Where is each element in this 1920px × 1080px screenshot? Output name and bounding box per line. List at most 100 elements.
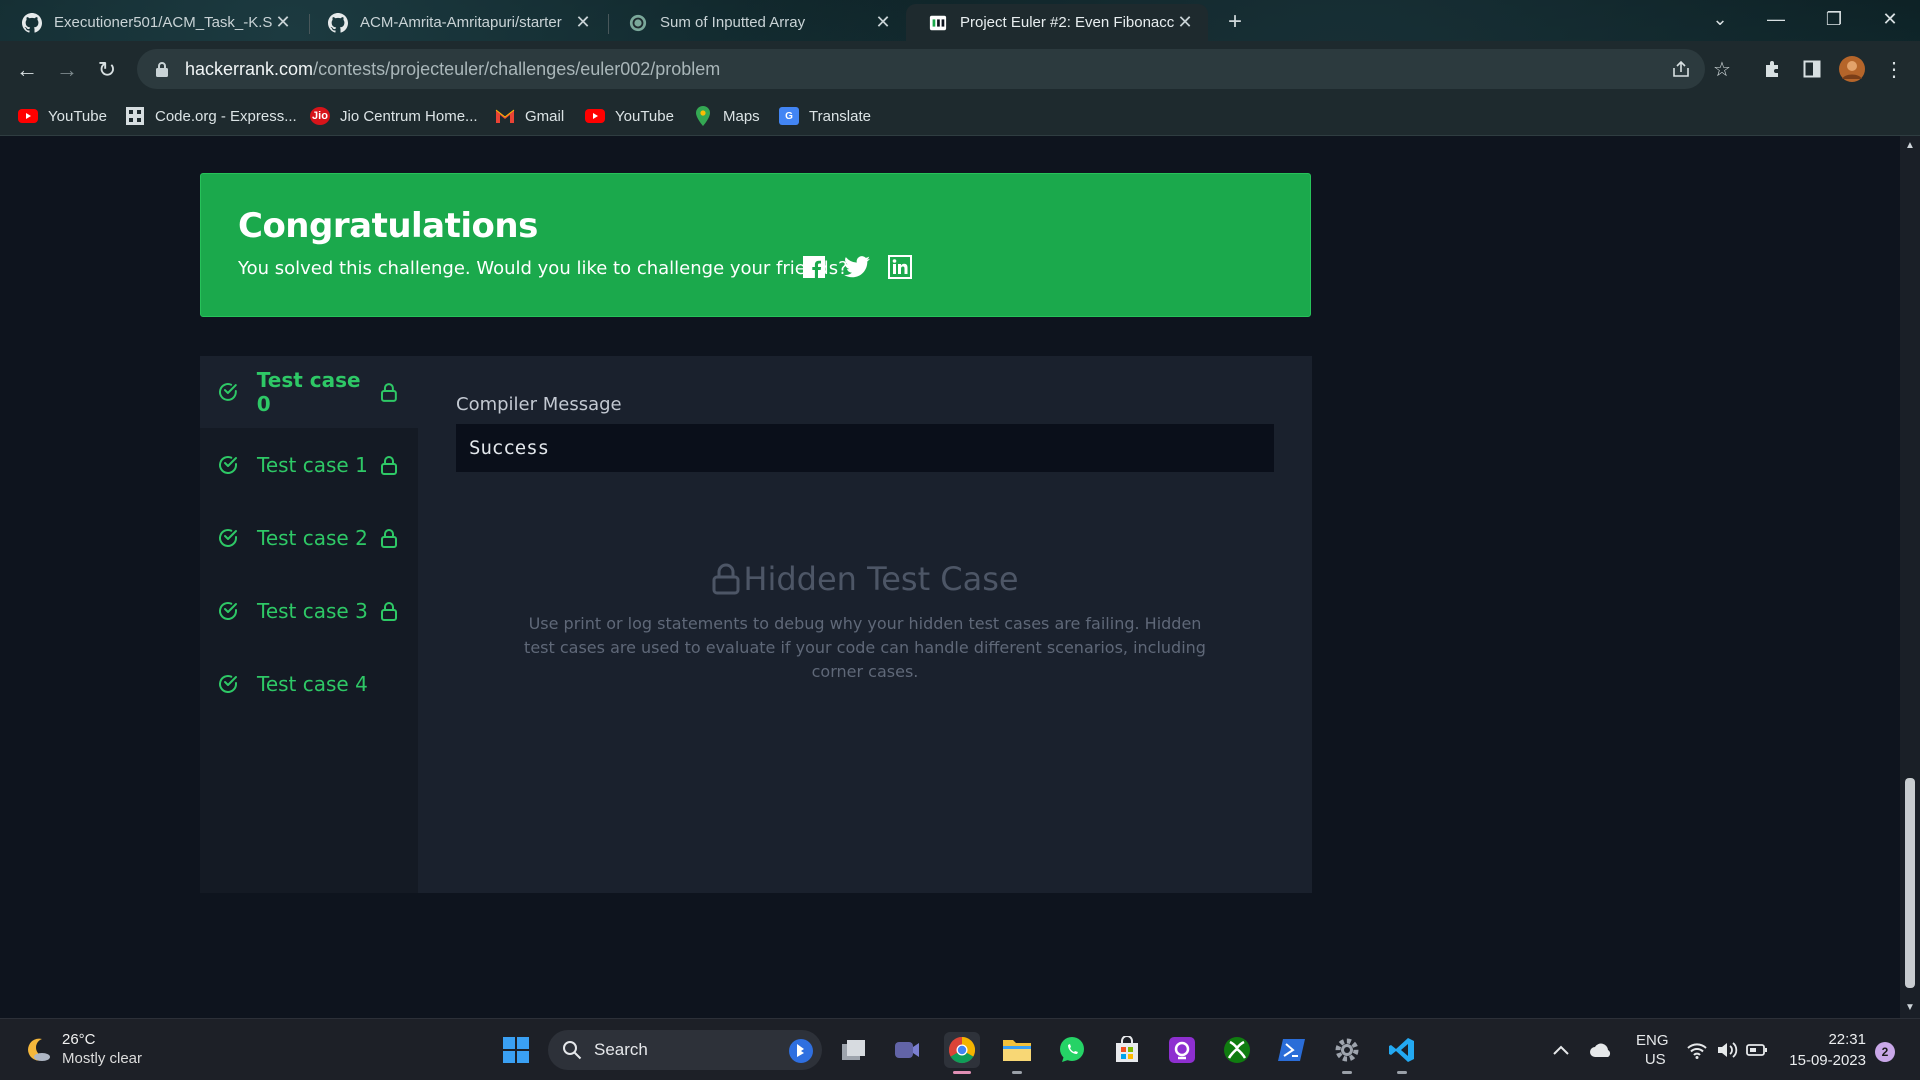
close-window-icon[interactable]: ✕ bbox=[1864, 0, 1916, 38]
battery-icon[interactable] bbox=[1746, 1019, 1768, 1080]
test-case-item[interactable]: Test case 0 bbox=[200, 356, 418, 428]
tab-search-icon[interactable]: ⌄ bbox=[1694, 0, 1746, 38]
forward-icon[interactable]: → bbox=[52, 55, 82, 85]
test-case-list: Test case 0 Test case 1 Test case 2 Test… bbox=[200, 356, 418, 893]
test-case-label: Test case 4 bbox=[257, 672, 368, 696]
bookmark-label: YouTube bbox=[48, 107, 107, 125]
vscode-icon[interactable] bbox=[1384, 1032, 1420, 1074]
bookmark-star-icon[interactable]: ☆ bbox=[1708, 55, 1736, 83]
browser-toolbar: ← → ↻ hackerrank.com/contests/projecteul… bbox=[0, 41, 1920, 97]
new-tab-icon[interactable]: + bbox=[1222, 8, 1248, 36]
linkedin-icon[interactable] bbox=[887, 254, 913, 280]
test-case-label: Test case 1 bbox=[257, 453, 368, 477]
wifi-icon[interactable] bbox=[1686, 1019, 1708, 1080]
bookmark-youtube[interactable]: YouTube bbox=[18, 103, 107, 129]
bookmark-translate[interactable]: G Translate bbox=[779, 103, 871, 129]
tab-chatgpt[interactable]: Sum of Inputted Array ✕ bbox=[606, 4, 906, 41]
hidden-test-case-description: Use print or log statements to debug why… bbox=[524, 614, 1206, 681]
scrollbar-thumb[interactable] bbox=[1905, 778, 1915, 988]
address-bar[interactable]: hackerrank.com/contests/projecteuler/cha… bbox=[137, 49, 1705, 89]
running-indicator bbox=[1012, 1071, 1022, 1074]
restore-icon[interactable]: ❐ bbox=[1808, 0, 1860, 38]
running-indicator bbox=[1397, 1071, 1407, 1074]
moon-icon bbox=[28, 1038, 50, 1061]
task-view-icon[interactable] bbox=[836, 1032, 872, 1068]
congrats-message: You solved this challenge. Would you lik… bbox=[238, 258, 848, 279]
lock-icon bbox=[381, 529, 397, 548]
system-clock[interactable]: 22:31 15-09-2023 bbox=[1782, 1029, 1866, 1071]
bookmark-label: Maps bbox=[723, 107, 760, 125]
whatsapp-icon[interactable] bbox=[1054, 1032, 1090, 1068]
search-icon bbox=[563, 1041, 582, 1060]
powershell-icon[interactable] bbox=[1274, 1032, 1310, 1068]
tab-title: Project Euler #2: Even Fibonacci bbox=[960, 14, 1174, 31]
congrats-title: Congratulations bbox=[238, 206, 538, 246]
test-case-label: Test case 2 bbox=[257, 526, 368, 550]
compiler-message-label: Compiler Message bbox=[456, 394, 622, 415]
app-icon[interactable] bbox=[1164, 1032, 1200, 1068]
tab-github-executioner[interactable]: Executioner501/ACM_Task_-K.Sa ✕ bbox=[0, 4, 306, 41]
hackerrank-icon bbox=[928, 13, 948, 33]
bookmark-label: YouTube bbox=[615, 107, 674, 125]
profile-avatar[interactable] bbox=[1838, 55, 1866, 83]
close-tab-icon[interactable]: ✕ bbox=[872, 12, 894, 33]
minimize-icon[interactable]: — bbox=[1750, 0, 1802, 38]
taskbar-search[interactable]: Search bbox=[548, 1030, 822, 1070]
bookmark-jio[interactable]: Jio Jio Centrum Home... bbox=[310, 103, 478, 129]
close-tab-icon[interactable]: ✕ bbox=[572, 12, 594, 33]
file-explorer-icon[interactable] bbox=[999, 1032, 1035, 1074]
test-case-item[interactable]: Test case 4 bbox=[200, 648, 418, 720]
language-indicator[interactable]: ENG US bbox=[1636, 1019, 1669, 1080]
tab-hackerrank[interactable]: Project Euler #2: Even Fibonacci ✕ bbox=[906, 4, 1208, 41]
chatgpt-icon bbox=[628, 13, 648, 33]
tab-title: Executioner501/ACM_Task_-K.Sa bbox=[54, 14, 272, 31]
extensions-icon[interactable] bbox=[1758, 55, 1786, 83]
github-icon bbox=[22, 12, 42, 33]
test-case-label: Test case 3 bbox=[257, 599, 368, 623]
scroll-up-icon[interactable]: ▲ bbox=[1900, 140, 1920, 151]
github-icon bbox=[328, 12, 348, 33]
tab-title: Sum of Inputted Array bbox=[660, 14, 806, 31]
tab-title: ACM-Amrita-Amritapuri/starter bbox=[360, 14, 562, 31]
back-icon[interactable]: ← bbox=[12, 55, 42, 85]
teams-chat-icon[interactable] bbox=[889, 1032, 925, 1068]
congratulations-banner: Congratulations You solved this challeng… bbox=[200, 173, 1311, 317]
side-panel-icon[interactable] bbox=[1798, 55, 1826, 83]
weather-widget[interactable]: 26°C Mostly clear bbox=[22, 1031, 142, 1069]
test-case-item[interactable]: Test case 3 bbox=[200, 575, 418, 647]
bookmark-label: Jio Centrum Home... bbox=[340, 107, 478, 125]
menu-icon[interactable]: ⋮ bbox=[1880, 55, 1908, 83]
twitter-icon[interactable] bbox=[844, 254, 870, 280]
scroll-down-icon[interactable]: ▼ bbox=[1900, 1002, 1920, 1013]
settings-gear-icon[interactable] bbox=[1329, 1032, 1365, 1074]
browser-chrome: Executioner501/ACM_Task_-K.Sa ✕ ACM-Amri… bbox=[0, 0, 1920, 136]
onedrive-icon[interactable] bbox=[1589, 1019, 1613, 1080]
running-indicator bbox=[1342, 1071, 1352, 1074]
bookmark-youtube-2[interactable]: YouTube bbox=[585, 103, 674, 129]
reload-icon[interactable]: ↻ bbox=[92, 55, 122, 85]
bookmark-maps[interactable]: Maps bbox=[693, 103, 760, 129]
start-icon[interactable] bbox=[498, 1032, 534, 1068]
weather-temperature: 26°C bbox=[62, 1031, 96, 1048]
close-tab-icon[interactable]: ✕ bbox=[1174, 12, 1196, 33]
bookmark-codeorg[interactable]: Code.org - Express... bbox=[125, 103, 297, 129]
bing-icon[interactable] bbox=[788, 1038, 814, 1069]
microsoft-store-icon[interactable] bbox=[1109, 1032, 1145, 1068]
xbox-icon[interactable] bbox=[1219, 1032, 1255, 1068]
facebook-icon[interactable] bbox=[801, 254, 827, 280]
chrome-icon[interactable] bbox=[944, 1032, 980, 1074]
volume-icon[interactable] bbox=[1716, 1019, 1738, 1080]
share-page-icon[interactable] bbox=[1667, 55, 1695, 83]
test-case-item[interactable]: Test case 1 bbox=[200, 429, 418, 501]
tab-github-acm[interactable]: ACM-Amrita-Amritapuri/starter ✕ bbox=[306, 4, 606, 41]
page-scrollbar[interactable]: ▲ ▼ bbox=[1900, 136, 1920, 1018]
test-case-item[interactable]: Test case 2 bbox=[200, 502, 418, 574]
youtube-icon bbox=[585, 107, 605, 125]
show-hidden-icons-icon[interactable] bbox=[1552, 1019, 1570, 1080]
lock-icon bbox=[712, 563, 740, 595]
notification-badge[interactable]: 2 bbox=[1875, 1042, 1895, 1062]
url-host: hackerrank.com bbox=[185, 58, 314, 79]
close-tab-icon[interactable]: ✕ bbox=[272, 12, 294, 33]
lock-icon[interactable] bbox=[155, 61, 169, 77]
bookmark-gmail[interactable]: Gmail bbox=[495, 103, 564, 129]
